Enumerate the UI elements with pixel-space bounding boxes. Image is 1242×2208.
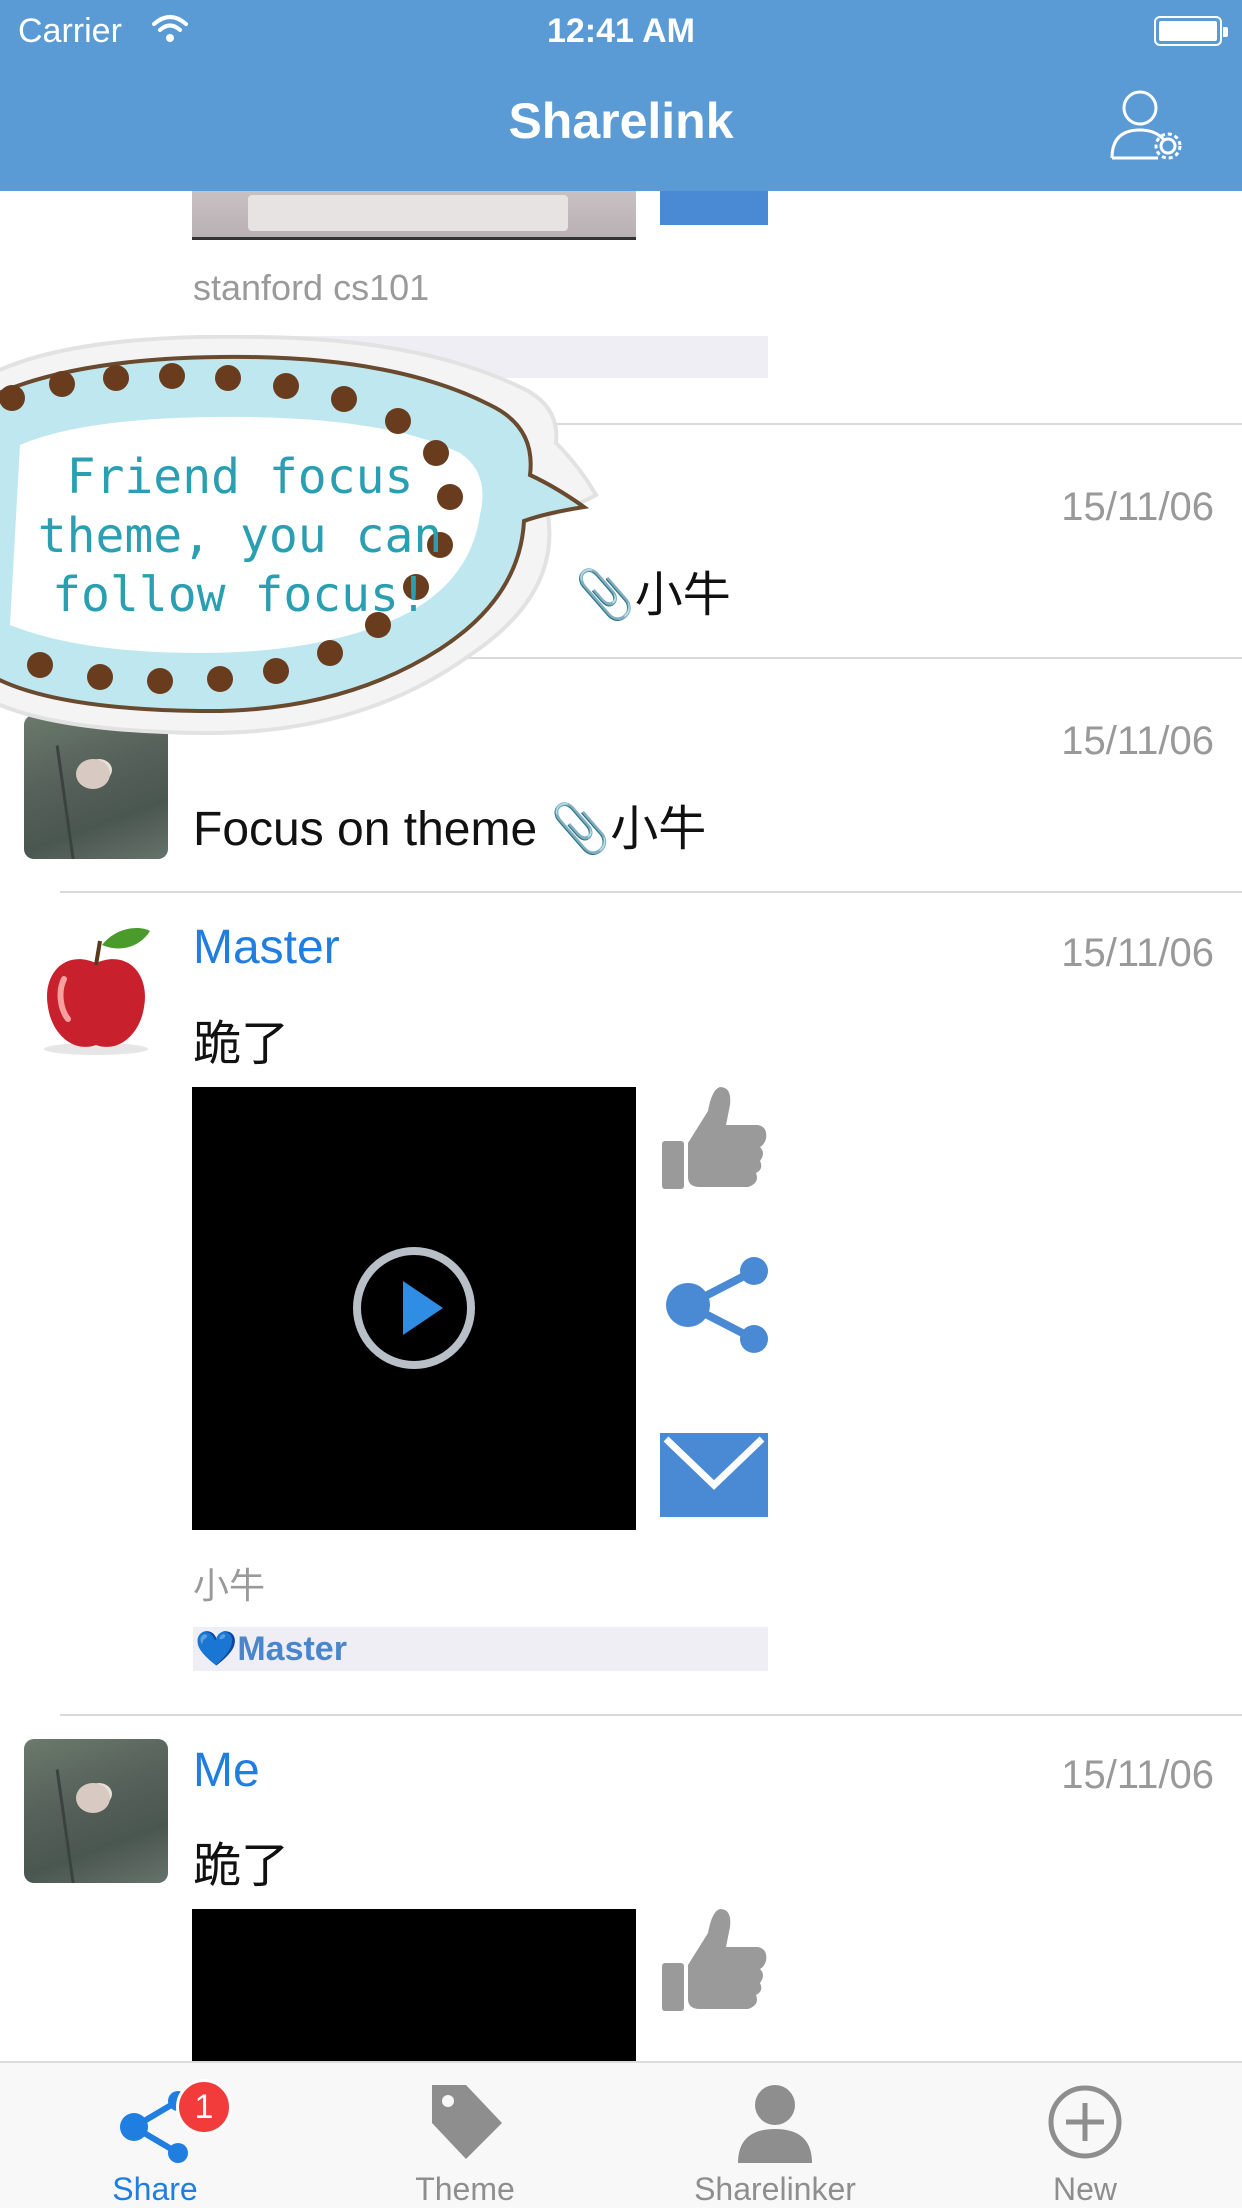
tab-label: Sharelinker <box>694 2171 856 2207</box>
tutorial-line: follow focus! <box>52 567 428 623</box>
tab-theme[interactable]: Theme <box>310 2063 620 2208</box>
tab-label: Theme <box>415 2171 515 2207</box>
avatar[interactable] <box>24 919 168 1063</box>
post-message-text: Focus on theme <box>193 803 551 856</box>
share-icon[interactable] <box>660 1251 768 1359</box>
divider <box>60 891 1242 893</box>
post-date: 15/11/06 <box>1061 719 1214 763</box>
tab-sharelinker[interactable]: Sharelinker <box>620 2063 930 2208</box>
person-icon <box>738 2085 812 2163</box>
post-username[interactable]: Master <box>193 920 340 975</box>
action-button[interactable] <box>660 191 768 225</box>
video-thumbnail[interactable] <box>192 1909 636 2061</box>
post-message: Focus on theme 📎小牛 <box>193 789 706 859</box>
battery-icon <box>1154 16 1228 46</box>
avatar[interactable] <box>24 1739 168 1883</box>
post-image[interactable] <box>192 191 636 240</box>
tab-new[interactable]: New <box>930 2063 1240 2208</box>
mail-icon[interactable] <box>660 1433 768 1517</box>
tab-label: New <box>1052 2171 1117 2207</box>
clock: 12:41 AM <box>546 12 696 50</box>
post-message: 跪了 <box>193 1018 290 1071</box>
post-caption: stanford cs101 <box>193 267 430 308</box>
tutorial-line: Friend focus <box>66 449 414 505</box>
tag-icon <box>432 2085 502 2159</box>
top-bar: Carrier 12:41 AM Sharelink <box>0 0 1242 191</box>
post-message-tag: 小牛 <box>610 803 707 856</box>
post-username[interactable]: Me <box>193 1743 260 1798</box>
status-bar: Carrier 12:41 AM <box>0 0 1242 62</box>
tab-label: Share <box>112 2171 198 2207</box>
like-icon[interactable] <box>660 1905 768 2013</box>
tab-bar: 1 Share Theme Sharelinker New <box>0 2061 1242 2208</box>
post-tag[interactable]: 💙Master <box>193 1627 768 1671</box>
paperclip-icon: 📎 <box>550 803 611 856</box>
post-message-tag: 小牛 <box>634 569 731 622</box>
user-settings-icon[interactable] <box>1108 84 1184 164</box>
post-date: 15/11/06 <box>1061 1753 1214 1797</box>
notification-badge: 1 <box>176 2079 232 2135</box>
post-message: 跪了 <box>193 1840 290 1893</box>
post-date: 15/11/06 <box>1061 485 1214 529</box>
video-thumbnail[interactable] <box>192 1087 636 1530</box>
tutorial-bubble-text: Friend focus theme, you can follow focus… <box>0 448 480 625</box>
like-icon[interactable] <box>660 1083 768 1191</box>
plus-circle-icon <box>1048 2085 1122 2159</box>
post-date: 15/11/06 <box>1061 931 1214 975</box>
post-caption: 小牛 <box>193 1565 266 1606</box>
tutorial-line: theme, you can <box>37 508 443 564</box>
tab-share[interactable]: 1 Share <box>0 2063 310 2208</box>
divider <box>60 1714 1242 1716</box>
page-title: Sharelink <box>508 93 734 149</box>
play-icon[interactable] <box>353 1247 475 1369</box>
